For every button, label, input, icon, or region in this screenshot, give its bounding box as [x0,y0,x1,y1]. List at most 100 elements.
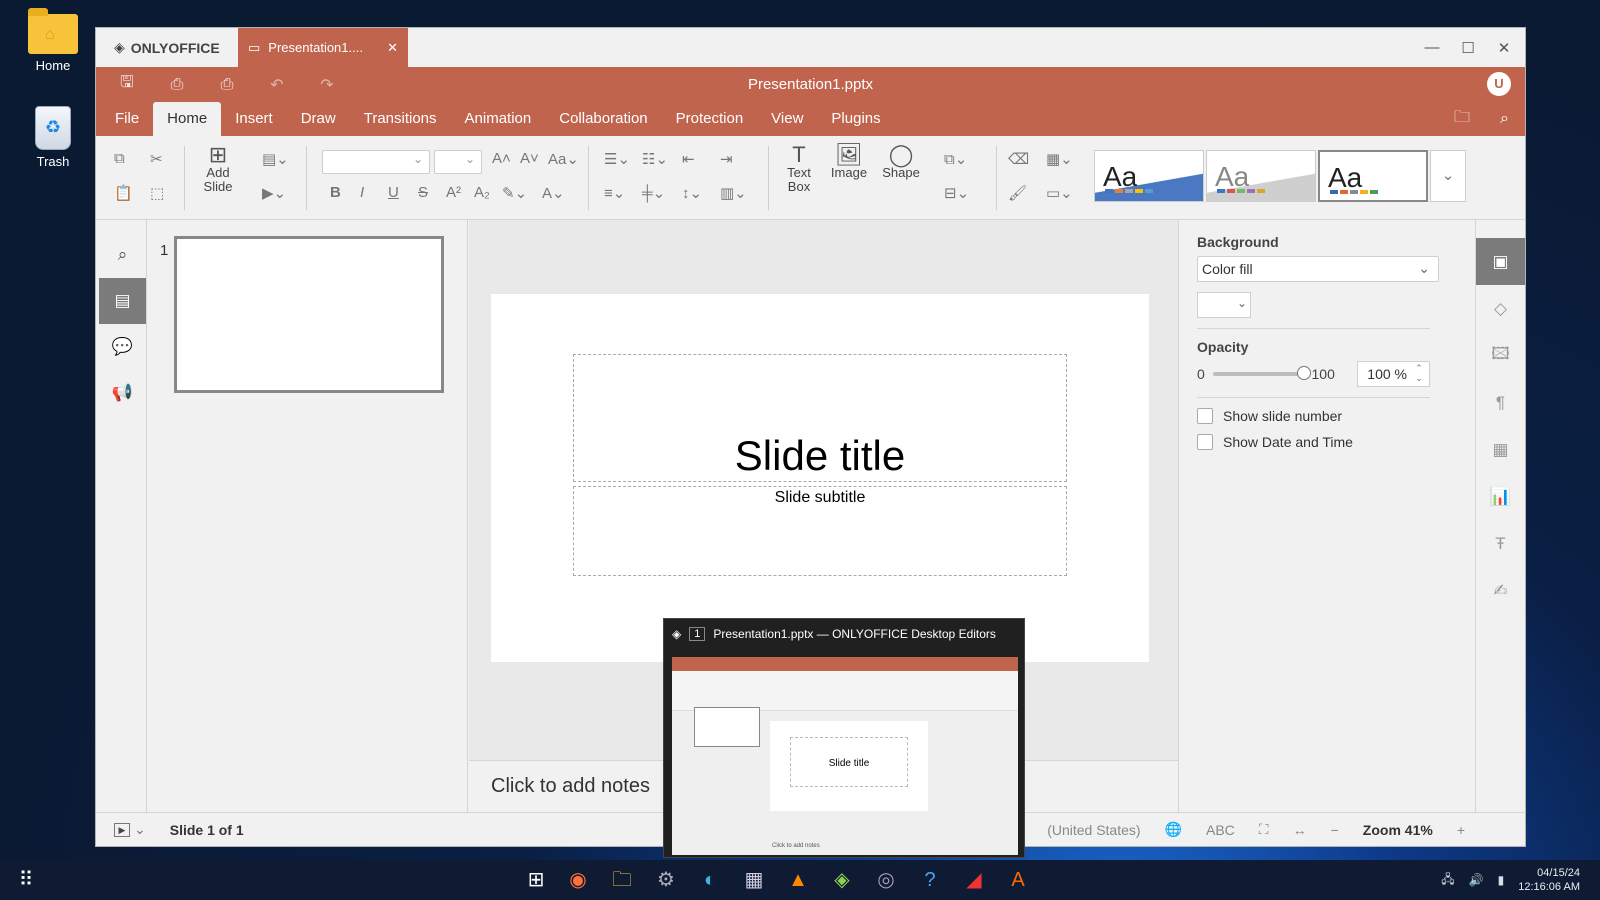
network-icon[interactable]: 🖧 [1441,870,1454,891]
line-spacing-icon[interactable]: ↕⌄ [682,184,702,202]
tab-transitions[interactable]: Transitions [350,102,451,136]
start-menu-icon[interactable]: ⊞ [522,866,550,894]
undo-icon[interactable]: ↶ [264,75,290,95]
signature-settings-icon[interactable]: ✍ [1476,567,1525,614]
help-icon[interactable]: ? [916,866,944,894]
tab-plugins[interactable]: Plugins [817,102,894,136]
language-select[interactable]: (United States) [1047,822,1140,838]
start-slideshow-icon[interactable]: ▶⌄ [262,184,286,202]
select-all-icon[interactable]: ⬚ [150,184,164,202]
save-icon[interactable]: 🖫 [114,71,140,98]
shape-button[interactable]: ◯ Shape [878,144,924,180]
pdf-reader-icon[interactable]: ◢ [960,866,988,894]
app-logo[interactable]: ◈ ONLYOFFICE [96,28,238,67]
image-button[interactable]: 🖼 Image [826,144,872,180]
copy-style-icon[interactable]: 🖌 [1008,184,1027,202]
copy-icon[interactable]: ⧉ [114,150,125,167]
print-icon[interactable]: ⎙ [164,76,190,94]
fit-width-icon[interactable]: ↔ [1293,822,1307,838]
globe-icon[interactable]: 🌐 [1165,821,1182,838]
spellcheck-icon[interactable]: ABC [1206,822,1235,838]
add-slide-button[interactable]: ⊞ Add Slide [196,144,240,194]
slide-size-icon[interactable]: ▭⌄ [1046,184,1073,202]
desktop-trash[interactable]: ♻ Trash [22,106,84,169]
tab-protection[interactable]: Protection [662,102,758,136]
theme-classic[interactable]: Aa [1318,150,1428,202]
fit-slide-icon[interactable]: ⛶ [1259,821,1269,838]
feedback-icon[interactable]: 📢 [99,370,146,416]
numbering-icon[interactable]: ☷⌄ [642,150,668,168]
theme-basic[interactable]: Aa [1206,150,1316,202]
shape-settings-icon[interactable]: ◇ [1476,285,1525,332]
volume-icon[interactable]: 🔊 [1469,873,1484,887]
show-slide-number-checkbox[interactable] [1197,408,1213,424]
comments-icon[interactable]: 💬 [99,324,146,370]
increase-font-icon[interactable]: A˄ [492,150,511,167]
slide-canvas[interactable]: Slide title Slide subtitle [491,294,1149,662]
opacity-slider-handle[interactable] [1296,366,1311,380]
highlight-color-icon[interactable]: ✎⌄ [502,184,527,202]
show-date-time-checkbox[interactable] [1197,434,1213,450]
tab-draw[interactable]: Draw [287,102,350,136]
tab-file[interactable]: File [101,102,153,136]
slides-panel-icon[interactable]: ▤ [99,278,146,324]
fill-type-select[interactable]: Color fill [1197,256,1439,282]
app-store-icon[interactable]: A [1004,866,1032,894]
redo-icon[interactable]: ↷ [314,75,340,95]
close-window-icon[interactable]: ✕ [1493,39,1515,57]
zoom-out-icon[interactable]: − [1331,822,1339,838]
font-size-select[interactable] [434,150,482,174]
columns-icon[interactable]: ▥⌄ [720,184,747,202]
arrange-icon[interactable]: ⧉⌄ [944,150,967,168]
maximize-icon[interactable]: ☐ [1457,39,1479,57]
slide-title-placeholder[interactable]: Slide title [573,354,1067,482]
strikethrough-icon[interactable]: S [418,184,428,201]
fill-color-picker[interactable] [1197,292,1251,318]
color-scheme-icon[interactable]: ▦⌄ [1046,150,1073,168]
edge-icon[interactable]: ◐ [696,866,724,894]
slideshow-icon[interactable]: ▶ [114,822,130,837]
tab-animation[interactable]: Animation [451,102,546,136]
search-icon[interactable]: ⌕ [1500,110,1509,128]
tab-home[interactable]: Home [153,102,222,136]
minimize-icon[interactable]: — [1421,39,1443,56]
obs-icon[interactable]: ◎ [872,866,900,894]
superscript-icon[interactable]: A² [446,184,461,201]
bullets-icon[interactable]: ☰⌄ [604,150,630,168]
underline-icon[interactable]: U [388,184,399,201]
font-color-icon[interactable]: A⌄ [542,184,565,202]
open-file-location-icon[interactable]: 🗀 [1454,106,1470,133]
clear-style-icon[interactable]: ⌫ [1008,150,1029,168]
slide-thumbnail[interactable] [174,236,444,393]
slide-subtitle-placeholder[interactable]: Slide subtitle [573,486,1067,576]
battery-icon[interactable]: ▮ [1498,873,1505,887]
close-tab-icon[interactable]: ✕ [387,40,398,56]
user-avatar[interactable]: U [1487,72,1511,96]
app-grid-icon[interactable]: ⠿ [12,866,40,894]
zoom-in-icon[interactable]: + [1457,822,1465,838]
image-settings-icon[interactable]: 🖾 [1476,332,1525,379]
vlc-icon[interactable]: ▲ [784,866,812,894]
find-icon[interactable]: ⌕ [99,232,146,278]
more-themes-button[interactable]: ⌄ [1430,150,1466,202]
tab-view[interactable]: View [757,102,817,136]
calculator-icon[interactable]: ▦ [740,866,768,894]
theme-blank[interactable]: Aa [1094,150,1204,202]
file-manager-icon[interactable]: 🗀 [608,866,636,894]
align-left-icon[interactable]: ≡⌄ [604,184,625,202]
document-tab[interactable]: ▭ Presentation1.... ✕ [238,28,408,67]
slideshow-dropdown-icon[interactable]: ⌄ [134,821,146,838]
onlyoffice-taskbar-icon[interactable]: ◈ [828,866,856,894]
decrease-font-icon[interactable]: A˅ [520,150,539,167]
opacity-input[interactable]: 100 % [1356,361,1430,387]
zoom-level[interactable]: Zoom 41% [1363,822,1433,838]
change-case-icon[interactable]: Aa⌄ [548,150,579,168]
quick-print-icon[interactable]: ⎙ [214,76,240,94]
slide-settings-icon[interactable]: ▣ [1476,238,1525,285]
increase-indent-icon[interactable]: ⇥ [720,150,733,168]
settings-icon[interactable]: ⚙ [652,866,680,894]
show-slide-number-option[interactable]: Show slide number [1197,408,1430,424]
slide-layout-icon[interactable]: ▤⌄ [262,150,289,168]
bold-icon[interactable]: B [330,184,341,201]
paragraph-settings-icon[interactable]: ¶ [1476,379,1525,426]
